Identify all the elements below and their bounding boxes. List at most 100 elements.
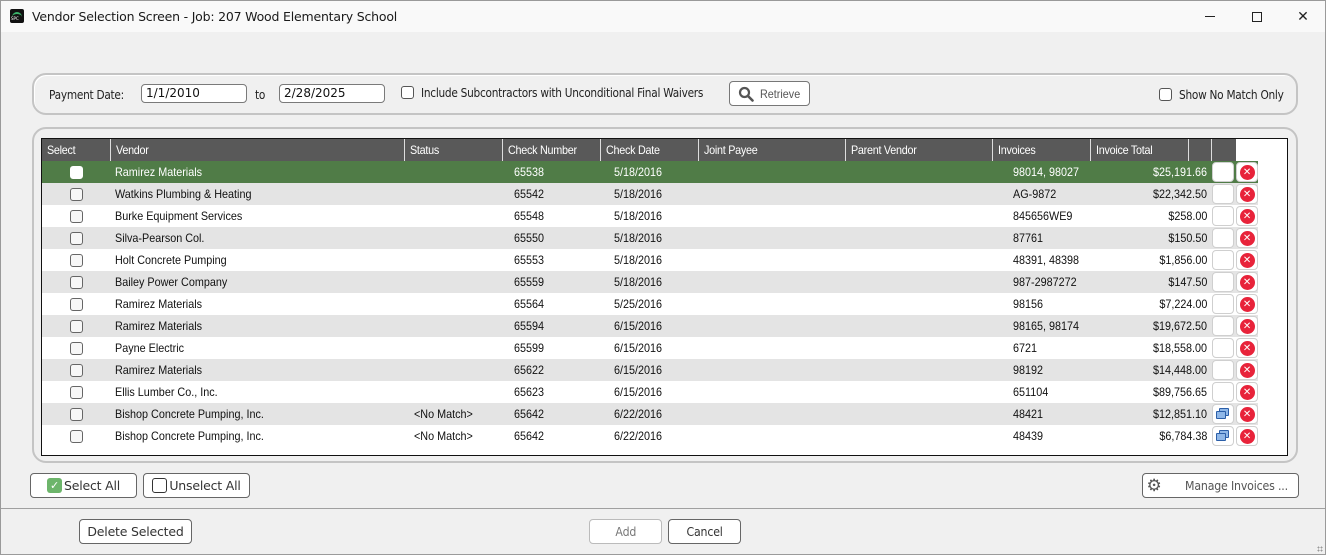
column-header-joint-payee[interactable]: Joint Payee: [699, 139, 846, 161]
link-vendor-button[interactable]: [1212, 250, 1235, 270]
link-vendor-button[interactable]: [1212, 404, 1235, 424]
link-vendor-button[interactable]: [1212, 426, 1235, 446]
table-row[interactable]: Bailey Power Company 65559 5/18/2016 987-29…: [42, 271, 1259, 293]
grid-header: Select Vendor Status Check Number Check …: [42, 139, 1236, 161]
row-select-checkbox[interactable]: [70, 231, 84, 245]
unselect-all-button[interactable]: Unselect All: [143, 473, 250, 498]
vendor-cell: Silva-Pearson Col.: [114, 231, 205, 245]
table-row[interactable]: Silva-Pearson Col. 65550 5/18/2016 87761 $15…: [42, 227, 1259, 249]
row-select-checkbox[interactable]: [70, 319, 84, 333]
row-select-checkbox[interactable]: [70, 363, 84, 377]
column-header-vendor[interactable]: Vendor: [111, 139, 405, 161]
table-row[interactable]: Ellis Lumber Co., Inc. 65623 6/15/2016 6511…: [42, 381, 1259, 403]
cancel-button[interactable]: Cancel: [668, 519, 741, 544]
show-no-match-checkbox[interactable]: [1159, 88, 1172, 101]
row-select-checkbox[interactable]: [70, 429, 84, 443]
window-title: Vendor Selection Screen - Job: 207 Wood …: [32, 9, 398, 24]
table-row[interactable]: Watkins Plumbing & Heating 65542 5/18/2016…: [42, 183, 1259, 205]
row-select-checkbox[interactable]: [70, 341, 84, 355]
column-header-select[interactable]: Select: [42, 139, 111, 161]
link-vendor-button[interactable]: [1212, 360, 1235, 380]
status-cell: [411, 227, 511, 249]
column-header-check-number[interactable]: Check Number: [503, 139, 601, 161]
remove-row-button[interactable]: ✕: [1236, 162, 1259, 182]
include-subcontractors-label: Include Subcontractors with Unconditiona…: [421, 86, 704, 100]
show-no-match-label: Show No Match Only: [1179, 88, 1284, 102]
invoices-cell: 87761: [1013, 231, 1044, 245]
joint-payee-cell: [711, 205, 861, 227]
table-row[interactable]: Bishop Concrete Pumping, Inc. <No Match> 6…: [42, 403, 1259, 425]
date-from-input[interactable]: 1/1/2010: [141, 84, 247, 103]
title-bar: Vendor Selection Screen - Job: 207 Wood …: [1, 1, 1325, 32]
delete-x-icon: ✕: [1239, 274, 1255, 290]
remove-row-button[interactable]: ✕: [1236, 206, 1259, 226]
date-to-input[interactable]: 2/28/2025: [279, 84, 385, 103]
row-select-cell: [42, 271, 112, 293]
remove-row-button[interactable]: ✕: [1236, 250, 1259, 270]
link-vendor-button[interactable]: [1212, 206, 1235, 226]
manage-invoices-button[interactable]: ⚙ Manage Invoices ...: [1142, 473, 1299, 498]
link-vendor-button[interactable]: [1212, 294, 1235, 314]
link-vendor-button[interactable]: [1212, 382, 1235, 402]
remove-row-button[interactable]: ✕: [1236, 184, 1259, 204]
invoice-total-cell: $22,342.50: [1153, 187, 1208, 201]
remove-row-button[interactable]: ✕: [1236, 404, 1259, 424]
column-header-check-date[interactable]: Check Date: [601, 139, 699, 161]
column-header-status[interactable]: Status: [405, 139, 503, 161]
status-cell: [411, 183, 511, 205]
row-select-checkbox[interactable]: [70, 187, 84, 201]
table-row[interactable]: Bishop Concrete Pumping, Inc. <No Match> 6…: [42, 425, 1259, 447]
table-row[interactable]: Holt Concrete Pumping 65553 5/18/2016 48391…: [42, 249, 1259, 271]
table-row[interactable]: Ramirez Materials 65622 6/15/2016 98192 $14,…: [42, 359, 1259, 381]
status-cell: <No Match>: [414, 407, 474, 421]
row-select-checkbox[interactable]: [70, 275, 84, 289]
resize-grip[interactable]: [1317, 546, 1323, 552]
column-header-parent-vendor[interactable]: Parent Vendor: [846, 139, 993, 161]
column-header-invoice-total[interactable]: Invoice Total: [1091, 139, 1189, 161]
minimize-button[interactable]: [1187, 1, 1233, 32]
row-select-cell: [42, 161, 112, 183]
joint-payee-cell: [711, 359, 861, 381]
parent-vendor-cell: [861, 403, 1011, 425]
check-date-cell: 5/18/2016: [614, 231, 663, 245]
link-vendor-button[interactable]: [1212, 228, 1235, 248]
invoice-total-cell: $14,448.00: [1153, 363, 1208, 377]
include-subcontractors-checkbox[interactable]: [401, 86, 414, 99]
remove-row-button[interactable]: ✕: [1236, 272, 1259, 292]
remove-row-button[interactable]: ✕: [1236, 228, 1259, 248]
remove-row-button[interactable]: ✕: [1236, 382, 1259, 402]
check-date-cell: 6/15/2016: [614, 319, 663, 333]
table-row[interactable]: Payne Electric 65599 6/15/2016 6721 $18,558.…: [42, 337, 1259, 359]
select-all-button[interactable]: ✓ Select All: [30, 473, 137, 498]
remove-row-button[interactable]: ✕: [1236, 360, 1259, 380]
check-number-cell: 65623: [514, 385, 545, 399]
add-button[interactable]: Add: [589, 519, 662, 544]
row-select-checkbox[interactable]: [70, 385, 84, 399]
row-select-checkbox[interactable]: [70, 253, 84, 267]
remove-row-button[interactable]: ✕: [1236, 426, 1259, 446]
table-row[interactable]: Burke Equipment Services 65548 5/18/2016 84…: [42, 205, 1259, 227]
table-row[interactable]: Ramirez Materials 65564 5/25/2016 98156 $7,2…: [42, 293, 1259, 315]
link-vendor-button[interactable]: [1212, 316, 1235, 336]
delete-selected-button[interactable]: Delete Selected: [79, 519, 192, 544]
remove-row-button[interactable]: ✕: [1236, 316, 1259, 336]
link-vendor-button[interactable]: [1212, 162, 1235, 182]
retrieve-button[interactable]: Retrieve: [729, 81, 810, 106]
row-select-checkbox[interactable]: [70, 297, 84, 311]
link-vendor-button[interactable]: [1212, 184, 1235, 204]
close-button[interactable]: ✕: [1280, 1, 1326, 32]
vendor-cell: Ramirez Materials: [114, 319, 202, 333]
maximize-button[interactable]: [1234, 1, 1280, 32]
remove-row-button[interactable]: ✕: [1236, 338, 1259, 358]
table-row[interactable]: Ramirez Materials 65594 6/15/2016 98165, 98…: [42, 315, 1259, 337]
remove-row-button[interactable]: ✕: [1236, 294, 1259, 314]
row-select-checkbox[interactable]: [70, 165, 84, 179]
row-select-checkbox[interactable]: [70, 209, 84, 223]
link-vendor-button[interactable]: [1212, 272, 1235, 292]
table-row[interactable]: Ramirez Materials 65538 5/18/2016 98014, 98…: [42, 161, 1259, 183]
status-cell: [411, 271, 511, 293]
row-select-checkbox[interactable]: [70, 407, 84, 421]
column-header-invoices[interactable]: Invoices: [993, 139, 1091, 161]
link-vendor-button[interactable]: [1212, 338, 1235, 358]
unchecked-checkbox-icon: [152, 478, 168, 493]
